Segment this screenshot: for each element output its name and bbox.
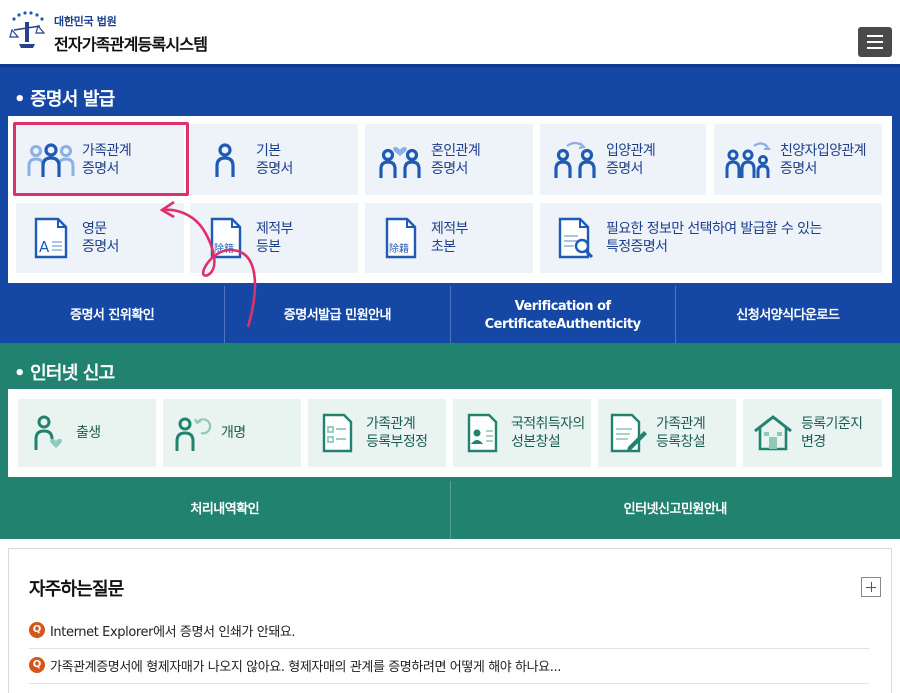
svg-text:A: A [39, 238, 50, 256]
adoption-icon [554, 141, 596, 178]
tile-joseki-copy[interactable]: 除籍 제적부 등본 [190, 203, 358, 273]
tile-domicile-change[interactable]: 등록기준지 변경 [743, 399, 882, 467]
family-icon [27, 142, 75, 177]
link-process-history[interactable]: 처리내역확인 [0, 481, 451, 539]
menu-icon [867, 35, 883, 37]
document-pen-icon [610, 413, 647, 453]
joseki-glyph: 除籍 [214, 242, 234, 255]
person-refresh-icon [175, 417, 212, 451]
system-title[interactable]: 전자가족관계등록시스템 [54, 31, 208, 55]
person-heart-icon [34, 415, 62, 450]
report-panel: 출생 개명 가족관계 등록부정정 국적취득자의 성본창설 가족관계 등록창설 등… [8, 389, 892, 477]
couple-heart-icon [379, 146, 421, 178]
joseki-document-icon: 除籍 [210, 217, 242, 259]
section-title-report: • 인터넷 신고 [14, 363, 115, 384]
faq-item[interactable]: Q 가족관계증명서에 형제자매가 나오지 않아요. 형제자매의 관계를 증명하려… [29, 650, 869, 684]
document-magnifier-icon [558, 217, 594, 259]
tile-english-cert[interactable]: A 영문 증명서 [16, 203, 184, 273]
house-icon [754, 415, 792, 451]
section-title-certificate: • 증명서 발급 [14, 89, 115, 110]
q-badge-icon: Q [29, 657, 45, 673]
tile-family-relation-cert[interactable]: 가족관계 증명서 [16, 124, 184, 195]
tile-full-adoption-cert[interactable]: 친양자입양관계 증명서 [714, 124, 882, 195]
site-header: 대한민국 법원 전자가족관계등록시스템 [0, 0, 900, 64]
tile-adoption-cert[interactable]: 입양관계 증명서 [540, 124, 706, 195]
link-report-guide[interactable]: 인터넷신고민원안내 [451, 481, 900, 539]
english-document-icon: A [34, 217, 68, 259]
id-card-icon [467, 413, 498, 453]
faq-more-plus-icon[interactable] [861, 577, 881, 597]
certificate-issuance-section: • 증명서 발급 가족관계 증명서 기본 증명서 혼인관계 증명서 입양관계 증… [0, 64, 900, 346]
report-link-bar: 처리내역확인 인터넷신고민원안내 [0, 481, 900, 539]
tile-basic-cert[interactable]: 기본 증명서 [190, 124, 358, 195]
org-name: 대한민국 법원 [54, 15, 117, 28]
tile-joseki-extract[interactable]: 除籍 제적부 초본 [365, 203, 533, 273]
hamburger-menu-button[interactable] [858, 27, 892, 57]
tile-name-change[interactable]: 개명 [163, 399, 301, 467]
court-logo-icon[interactable] [6, 10, 50, 54]
link-verification-english[interactable]: Verification of CertificateAuthenticity [451, 286, 676, 346]
tile-marriage-cert[interactable]: 혼인관계 증명서 [365, 124, 533, 195]
full-adoption-icon [725, 141, 772, 178]
link-cert-guide[interactable]: 증명서발급 민원안내 [225, 286, 451, 346]
joseki-glyph: 除籍 [389, 242, 409, 255]
q-badge-icon: Q [29, 622, 45, 638]
joseki-document-icon: 除籍 [385, 217, 417, 259]
person-icon [215, 142, 235, 177]
tile-registry-correction[interactable]: 가족관계 등록부정정 [308, 399, 446, 467]
faq-item[interactable]: Q Internet Explorer에서 증명서 인쇄가 안돼요. [29, 615, 869, 649]
certificate-link-bar: 증명서 진위확인 증명서발급 민원안내 Verification of Certi… [0, 286, 900, 346]
tile-naturalized-surname[interactable]: 국적취득자의 성본창설 [453, 399, 591, 467]
tile-specific-cert[interactable]: 필요한 정보만 선택하여 발급할 수 있는 특정증명서 [540, 203, 882, 273]
link-cert-verify[interactable]: 증명서 진위확인 [0, 286, 226, 346]
tile-birth[interactable]: 출생 [18, 399, 156, 467]
link-form-download[interactable]: 신청서양식다운로드 [676, 286, 900, 346]
certificate-panel: 가족관계 증명서 기본 증명서 혼인관계 증명서 입양관계 증명서 친양자입양관… [8, 116, 892, 283]
tile-registry-creation[interactable]: 가족관계 등록창설 [598, 399, 736, 467]
checklist-icon [322, 413, 353, 453]
faq-section: 자주하는질문 Q Internet Explorer에서 증명서 인쇄가 안돼요… [8, 548, 892, 693]
faq-title: 자주하는질문 [29, 579, 124, 600]
internet-report-section: • 인터넷 신고 출생 개명 가족관계 등록부정정 국적취득자의 성본창설 가족… [0, 343, 900, 539]
